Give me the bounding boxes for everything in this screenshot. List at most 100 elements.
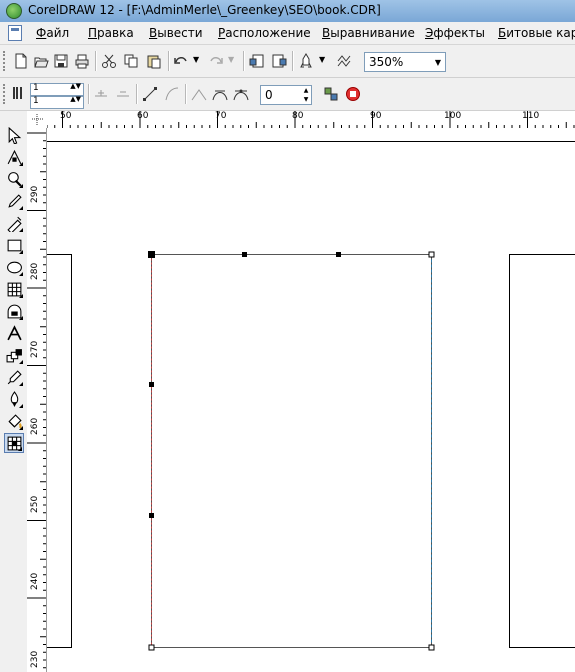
horizontal-ruler-ticks xyxy=(47,111,575,128)
outline-spinbox-2[interactable]: 1 ▲▼ xyxy=(30,95,84,109)
menu-layout[interactable]: Расположение xyxy=(218,26,311,40)
add-node-button[interactable] xyxy=(92,85,110,103)
flyout-icon xyxy=(19,360,23,364)
text-tool[interactable] xyxy=(4,323,24,343)
stop-button[interactable] xyxy=(344,85,362,103)
redo-dropdown-icon[interactable]: ▼ xyxy=(228,55,234,64)
flyout-icon xyxy=(19,294,23,298)
vertical-ruler[interactable]: 290 280 270 260 250 240 230 xyxy=(27,128,47,672)
node-handle[interactable] xyxy=(336,252,341,257)
smooth-node-button[interactable] xyxy=(211,85,229,103)
ruler-label: 110 xyxy=(522,111,540,121)
undo-dropdown-icon[interactable]: ▼ xyxy=(193,55,199,64)
toolbar-separator xyxy=(243,51,245,71)
zoom-tool[interactable] xyxy=(4,169,24,189)
node-handle[interactable] xyxy=(242,252,247,257)
paste-button[interactable] xyxy=(145,52,163,70)
smart-fill-tool[interactable] xyxy=(4,213,24,233)
toolbar-separator xyxy=(292,51,294,71)
ruler-label: 270 xyxy=(30,340,40,358)
undo-button[interactable] xyxy=(172,52,190,70)
new-document-icon xyxy=(15,53,27,69)
export-button[interactable] xyxy=(270,52,288,70)
cut-button[interactable] xyxy=(100,52,118,70)
toolbar-separator xyxy=(168,51,170,71)
save-button[interactable] xyxy=(52,52,70,70)
interactive-fill-tool[interactable] xyxy=(4,433,24,453)
left-page-outline[interactable] xyxy=(47,254,72,648)
menu-arrange[interactable]: Выравнивание xyxy=(322,26,415,40)
toolbar-separator xyxy=(95,51,97,71)
selected-rectangle[interactable] xyxy=(151,254,432,648)
right-page-outline[interactable] xyxy=(509,254,575,648)
to-line-button[interactable] xyxy=(141,85,159,103)
polygon-tool[interactable] xyxy=(4,279,24,299)
rectangle-tool[interactable] xyxy=(4,235,24,255)
selected-node[interactable] xyxy=(148,251,155,258)
node-handle[interactable] xyxy=(148,644,155,651)
copy-properties-button[interactable] xyxy=(322,85,340,103)
copy-button[interactable] xyxy=(122,52,140,70)
canvas-artwork xyxy=(47,141,575,651)
interactive-blend-tool[interactable] xyxy=(4,345,24,365)
open-button[interactable] xyxy=(32,52,50,70)
import-button[interactable] xyxy=(248,52,266,70)
symmetric-node-button[interactable] xyxy=(232,85,250,103)
freehand-tool[interactable] xyxy=(4,191,24,211)
to-curve-button[interactable] xyxy=(163,85,181,103)
ruler-origin-icon xyxy=(32,114,43,125)
node-handle[interactable] xyxy=(428,251,435,258)
spin-arrows-icon[interactable]: ▲▼ xyxy=(70,82,81,90)
pick-tool[interactable] xyxy=(4,125,24,145)
toolbar-grip[interactable] xyxy=(3,51,8,71)
horizontal-ruler[interactable]: 50 60 70 80 90 100 110 xyxy=(47,111,575,129)
spin-arrows-icon[interactable]: ▲▼ xyxy=(301,86,311,104)
outline-width-icon xyxy=(10,84,28,102)
flyout-icon xyxy=(19,404,23,408)
new-button[interactable] xyxy=(12,52,30,70)
ruler-label: 250 xyxy=(30,495,40,513)
node-handle[interactable] xyxy=(149,382,154,387)
print-button[interactable] xyxy=(73,52,91,70)
menu-bitmaps[interactable]: Битовые карты xyxy=(498,26,575,40)
spin-arrows-icon[interactable]: ▲▼ xyxy=(70,95,81,103)
basic-shapes-tool[interactable] xyxy=(4,301,24,321)
symmetric-node-icon xyxy=(233,89,249,101)
import-icon xyxy=(249,54,264,68)
zoom-value: 350% xyxy=(369,55,404,69)
launcher-dropdown-icon[interactable]: ▼ xyxy=(319,55,325,64)
menu-file[interactable]: Файл xyxy=(36,26,69,40)
ruler-origin[interactable] xyxy=(27,111,48,129)
curve-icon xyxy=(165,87,179,101)
cusp-node-button[interactable] xyxy=(190,85,208,103)
node-handle[interactable] xyxy=(428,644,435,651)
smooth-node-icon xyxy=(212,90,228,101)
coreldraw-app-icon xyxy=(6,3,22,19)
node-handle[interactable] xyxy=(149,513,154,518)
outline-tool[interactable] xyxy=(4,389,24,409)
chevron-down-icon[interactable]: ▼ xyxy=(431,53,445,71)
zoom-level-select[interactable]: 350% ▼ xyxy=(364,52,446,72)
shape-tool[interactable] xyxy=(4,147,24,167)
eyedropper-tool[interactable] xyxy=(4,367,24,387)
menu-edit[interactable]: Правка xyxy=(88,26,134,40)
toolbar-separator xyxy=(88,84,90,104)
ellipse-tool[interactable] xyxy=(4,257,24,277)
corel-online-button[interactable] xyxy=(335,52,353,70)
ruler-label: 50 xyxy=(60,111,72,121)
flyout-icon xyxy=(19,250,23,254)
stop-icon xyxy=(346,87,360,101)
menu-view[interactable]: Вывести xyxy=(149,26,203,40)
application-launcher-button[interactable] xyxy=(297,52,315,70)
delete-node-button[interactable] xyxy=(114,85,132,103)
redo-button[interactable] xyxy=(207,52,225,70)
node-count-field[interactable]: 0 ▲ ▼ xyxy=(260,85,312,105)
drawing-canvas[interactable] xyxy=(47,128,575,672)
toolbar-grip[interactable] xyxy=(3,84,8,104)
flyout-icon xyxy=(19,184,23,188)
ruler-label: 60 xyxy=(137,111,149,121)
document-icon[interactable] xyxy=(8,25,22,41)
outline-width-icon xyxy=(13,87,22,99)
menu-effects[interactable]: Эффекты xyxy=(425,26,485,40)
fill-tool[interactable] xyxy=(4,411,24,431)
